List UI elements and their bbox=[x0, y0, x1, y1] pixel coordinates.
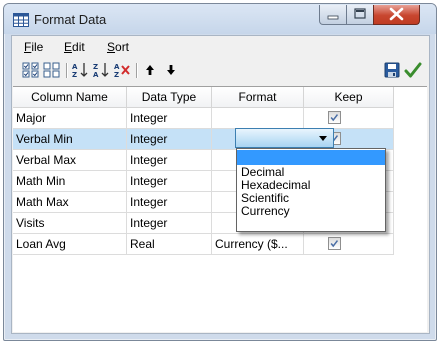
title-bar[interactable]: Format Data bbox=[4, 4, 436, 34]
cell-data-type[interactable]: Integer bbox=[127, 171, 212, 192]
cell-column-name[interactable]: Loan Avg bbox=[13, 234, 127, 255]
svg-text:Z: Z bbox=[114, 71, 119, 78]
header-column-name[interactable]: Column Name bbox=[13, 87, 127, 108]
menu-sort[interactable]: Sort bbox=[107, 40, 129, 54]
format-combo-box[interactable] bbox=[235, 128, 334, 148]
cell-data-type[interactable]: Integer bbox=[127, 108, 212, 129]
menu-sort-accel: S bbox=[107, 40, 116, 54]
format-option-currency[interactable]: Currency bbox=[237, 205, 385, 218]
keep-checkbox[interactable] bbox=[328, 237, 341, 250]
cell-column-name[interactable]: Verbal Max bbox=[13, 150, 127, 171]
move-down-icon[interactable] bbox=[162, 62, 180, 78]
sort-ascending-icon[interactable]: A Z bbox=[71, 62, 89, 78]
table-row[interactable]: Major Integer bbox=[13, 108, 394, 129]
chevron-down-icon[interactable] bbox=[319, 136, 327, 141]
move-up-icon[interactable] bbox=[141, 62, 159, 78]
cell-format[interactable] bbox=[212, 108, 304, 129]
select-all-icon[interactable] bbox=[22, 62, 40, 78]
menu-edit-accel: E bbox=[64, 40, 73, 54]
select-none-icon[interactable] bbox=[43, 62, 61, 78]
toolbar-separator bbox=[136, 63, 137, 78]
clear-sort-icon[interactable]: A Z bbox=[113, 62, 131, 78]
sort-descending-icon[interactable]: Z A bbox=[92, 62, 110, 78]
menu-edit[interactable]: Edit bbox=[64, 40, 85, 54]
cell-column-name[interactable]: Verbal Min bbox=[13, 129, 127, 150]
format-dropdown-list: Decimal Hexadecimal Scientific Currency bbox=[236, 148, 386, 232]
close-button[interactable] bbox=[373, 5, 420, 25]
cell-data-type[interactable]: Integer bbox=[127, 213, 212, 234]
menu-edit-rest: dit bbox=[72, 40, 85, 54]
minimize-icon bbox=[327, 15, 339, 20]
save-icon[interactable] bbox=[383, 62, 401, 78]
header-keep[interactable]: Keep bbox=[304, 87, 394, 108]
cell-column-name[interactable]: Major bbox=[13, 108, 127, 129]
svg-text:Z: Z bbox=[93, 63, 98, 71]
header-format[interactable]: Format bbox=[212, 87, 304, 108]
table-grid-icon bbox=[13, 13, 29, 27]
cell-data-type[interactable]: Integer bbox=[127, 129, 212, 150]
header-data-type[interactable]: Data Type bbox=[127, 87, 212, 108]
maximize-icon bbox=[354, 8, 366, 19]
cell-keep[interactable] bbox=[304, 108, 394, 129]
format-option-blank[interactable] bbox=[237, 150, 385, 165]
cell-format[interactable]: Currency ($... bbox=[212, 234, 304, 255]
cell-data-type[interactable]: Integer bbox=[127, 150, 212, 171]
cell-keep[interactable] bbox=[304, 234, 394, 255]
cell-data-type[interactable]: Integer bbox=[127, 192, 212, 213]
menu-file[interactable]: File bbox=[24, 40, 43, 54]
menu-sort-rest: ort bbox=[115, 40, 130, 54]
maximize-button[interactable] bbox=[346, 5, 374, 25]
close-icon bbox=[389, 7, 404, 21]
svg-text:A: A bbox=[72, 63, 78, 71]
svg-text:A: A bbox=[93, 71, 99, 78]
toolbar-separator bbox=[66, 63, 67, 78]
svg-text:A: A bbox=[114, 63, 120, 71]
svg-text:Z: Z bbox=[72, 71, 77, 78]
cell-column-name[interactable]: Math Min bbox=[13, 171, 127, 192]
keep-checkbox[interactable] bbox=[328, 111, 341, 124]
apply-check-icon[interactable] bbox=[404, 62, 422, 78]
cell-column-name[interactable]: Math Max bbox=[13, 192, 127, 213]
menu-bar: File Edit Sort bbox=[12, 36, 429, 58]
cell-column-name[interactable]: Visits bbox=[13, 213, 127, 234]
table-row[interactable]: Loan Avg Real Currency ($... bbox=[13, 234, 394, 255]
cell-data-type[interactable]: Real bbox=[127, 234, 212, 255]
table-row[interactable]: Verbal Min Integer bbox=[13, 129, 394, 150]
toolbar: A Z Z A A Z bbox=[12, 58, 429, 84]
menu-file-rest: ile bbox=[31, 40, 44, 54]
minimize-button[interactable] bbox=[319, 5, 347, 25]
window-title: Format Data bbox=[34, 12, 107, 27]
